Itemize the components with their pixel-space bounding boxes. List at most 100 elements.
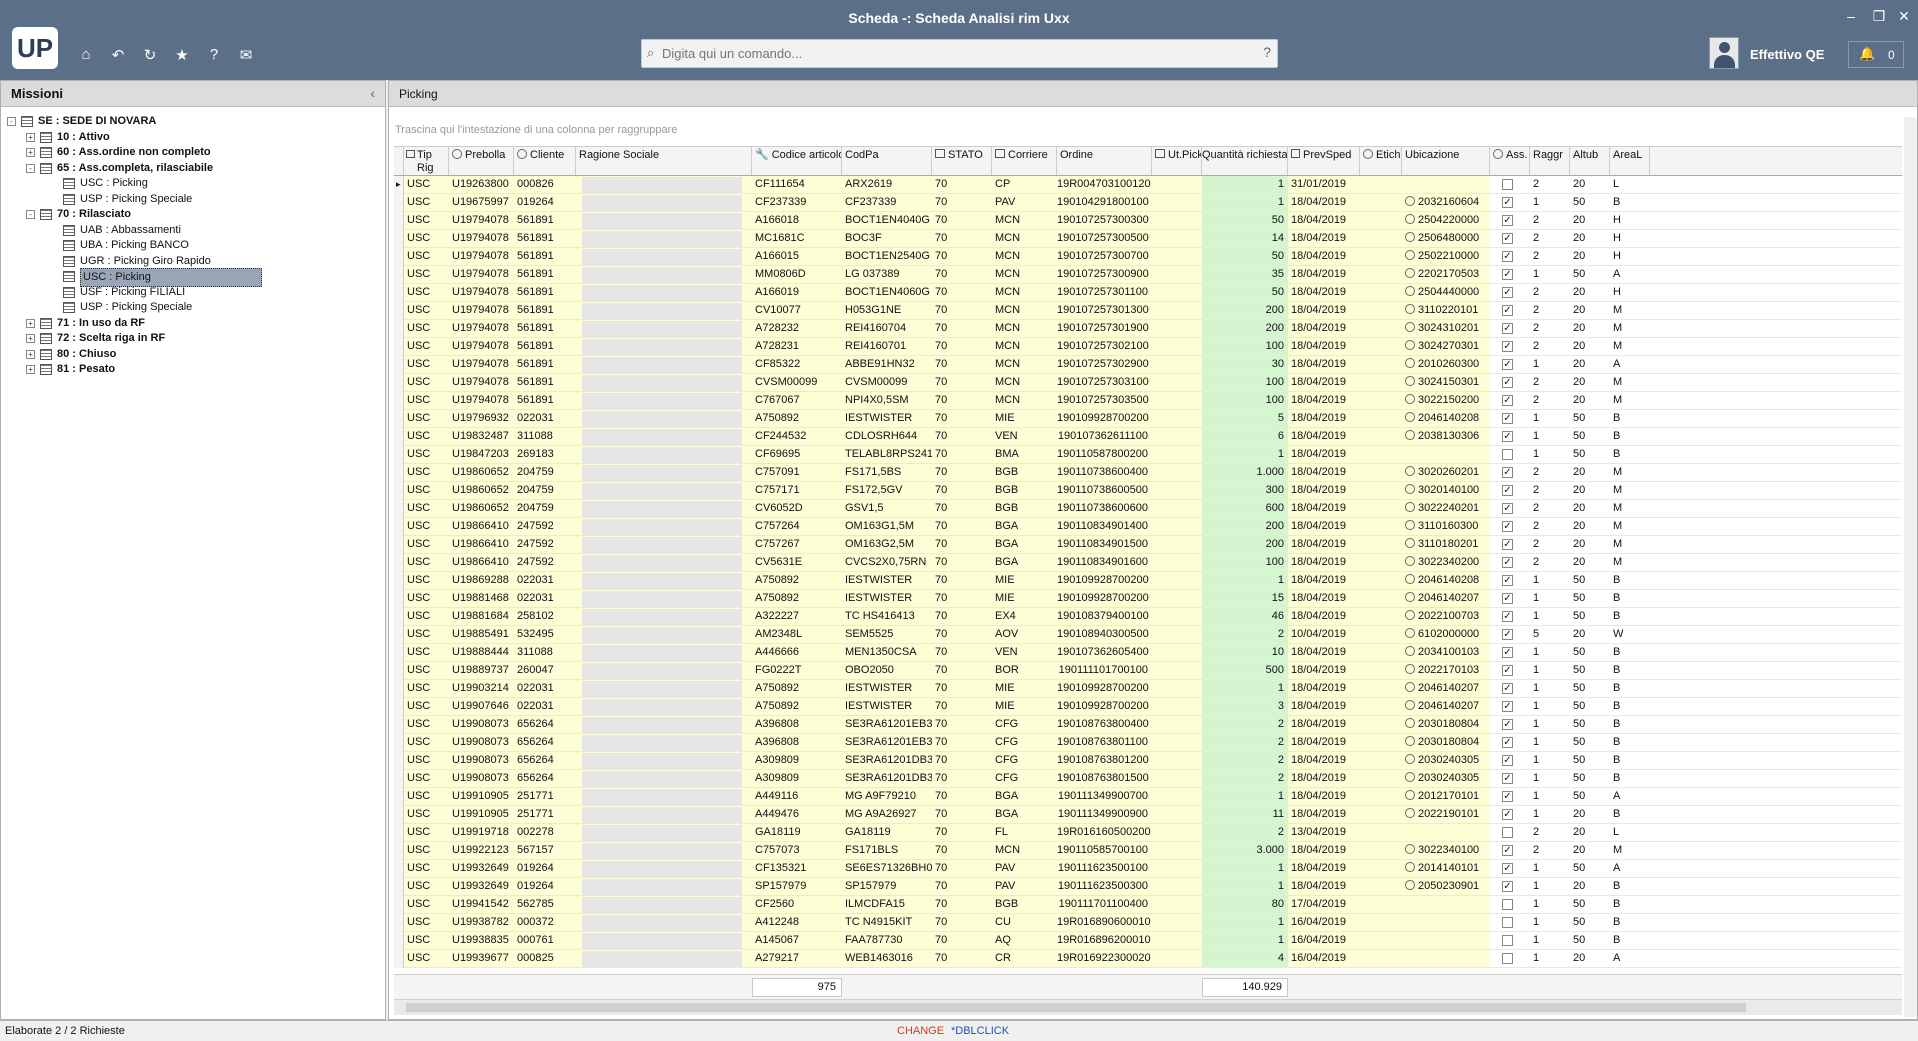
user-icon[interactable] — [1709, 37, 1739, 69]
col-prebolla[interactable]: Prebolla — [449, 147, 514, 175]
ass-checkbox[interactable]: ✓ — [1502, 647, 1513, 658]
ass-checkbox[interactable]: ✓ — [1502, 431, 1513, 442]
row-indicator[interactable] — [394, 932, 404, 950]
col-areal[interactable]: AreaL — [1610, 147, 1650, 175]
col-altub[interactable]: Altub — [1570, 147, 1610, 175]
table-row[interactable]: USC U19908073 656264 A396808 SE3RA61201EB32 7… — [394, 734, 1902, 752]
ass-checkbox[interactable]: ✓ — [1502, 611, 1513, 622]
col-ubicazione[interactable]: Ubicazione — [1402, 147, 1490, 175]
ass-checkbox[interactable]: ✓ — [1502, 737, 1513, 748]
table-row[interactable]: USC U19881468 022031 A750892 IESTWISTER 70 MIE… — [394, 590, 1902, 608]
row-indicator[interactable] — [394, 842, 404, 860]
app-logo[interactable]: UP — [12, 27, 58, 69]
row-indicator[interactable] — [394, 518, 404, 536]
maximize-icon[interactable]: ❐ — [1868, 8, 1890, 25]
row-indicator[interactable] — [394, 806, 404, 824]
ass-checkbox[interactable]: ✓ — [1502, 665, 1513, 676]
table-row[interactable]: USC U19939677 000825 A279217 WEB1463016 70 CR 1… — [394, 950, 1902, 968]
row-indicator[interactable] — [394, 950, 404, 968]
ass-checkbox[interactable]: ✓ — [1502, 323, 1513, 334]
row-indicator[interactable] — [394, 590, 404, 608]
table-row[interactable]: USC U19794078 561891 CF85322 ABBE91HN32 70 MCN… — [394, 356, 1902, 374]
row-indicator[interactable] — [394, 788, 404, 806]
ass-checkbox[interactable]: ✓ — [1502, 683, 1513, 694]
table-row[interactable]: USC U19675997 019264 CF237339 CF237339 70 PAV 1… — [394, 194, 1902, 212]
minimize-icon[interactable]: – — [1840, 8, 1862, 24]
ass-checkbox[interactable]: ✓ — [1502, 791, 1513, 802]
table-row[interactable]: USC U19903214 022031 A750892 IESTWISTER 70 MIE… — [394, 680, 1902, 698]
command-input[interactable] — [662, 43, 1242, 64]
refresh-icon[interactable]: ↻ — [140, 46, 160, 64]
ass-checkbox[interactable]: ✓ — [1502, 467, 1513, 478]
row-indicator[interactable] — [394, 356, 404, 374]
table-row[interactable]: USC U19794078 561891 C767067 NPI4X0,5SM 70 MCN… — [394, 392, 1902, 410]
table-row[interactable]: USC U19832487 311088 CF244532 CDLOSRH644 70 VE… — [394, 428, 1902, 446]
user-name[interactable]: Effettivo QE — [1750, 47, 1824, 62]
table-row[interactable]: USC U19794078 561891 CV10077 H053G1NE 70 MCN 19… — [394, 302, 1902, 320]
col-ragione-sociale[interactable]: Ragione Sociale — [576, 147, 752, 175]
command-help-icon[interactable]: ? — [1263, 44, 1271, 60]
row-indicator[interactable] — [394, 374, 404, 392]
tree-node[interactable]: +60 : Ass.ordine non completo — [26, 144, 381, 161]
table-row[interactable]: USC U19919718 002278 GA18119 GA18119 70 FL 19R0… — [394, 824, 1902, 842]
ass-checkbox[interactable]: ✓ — [1502, 341, 1513, 352]
tree-node[interactable]: +80 : Chiuso — [26, 346, 381, 363]
table-row[interactable]: USC U19860652 204759 C757171 FS172,5GV 70 BGB 1… — [394, 482, 1902, 500]
ass-checkbox[interactable]: ✓ — [1502, 845, 1513, 856]
ass-checkbox[interactable]: ✓ — [1502, 269, 1513, 280]
table-row[interactable]: USC U19888444 311088 A446666 MEN1350CSA 70 VEN… — [394, 644, 1902, 662]
ass-checkbox[interactable]: ✓ — [1502, 359, 1513, 370]
row-indicator[interactable] — [394, 716, 404, 734]
row-indicator[interactable] — [394, 914, 404, 932]
row-indicator[interactable] — [394, 338, 404, 356]
help-icon[interactable]: ? — [204, 46, 224, 63]
tree-node[interactable]: USP : Picking Speciale — [46, 191, 381, 208]
vertical-scrollbar[interactable] — [1904, 117, 1917, 1017]
row-indicator[interactable] — [394, 698, 404, 716]
col-ass[interactable]: Ass. — [1490, 147, 1530, 175]
collapse-icon[interactable]: - — [26, 210, 35, 219]
row-indicator[interactable] — [394, 284, 404, 302]
ass-checkbox[interactable]: ✓ — [1502, 233, 1513, 244]
collapse-icon[interactable]: - — [26, 163, 35, 173]
home-icon[interactable]: ⌂ — [76, 46, 96, 63]
table-row[interactable]: USC U19881684 258102 A322227 TC HS416413 70 EX… — [394, 608, 1902, 626]
table-row[interactable]: USC U19796932 022031 A750892 IESTWISTER 70 MIE… — [394, 410, 1902, 428]
tree-node[interactable]: - 70 : Rilasciato — [26, 206, 381, 223]
ass-checkbox[interactable] — [1502, 899, 1513, 910]
table-row[interactable]: USC U19794078 561891 MM0806D LG 037389 70 MCN 1… — [394, 266, 1902, 284]
table-row[interactable]: USC U19866410 247592 C757264 OM163G1,5M 70 BGA… — [394, 518, 1902, 536]
tree-node[interactable]: - 65 : Ass.completa, rilasciabile — [26, 160, 381, 177]
table-row[interactable]: USC U19908073 656264 A309809 SE3RA61201DB32 7… — [394, 752, 1902, 770]
table-row[interactable]: USC U19860652 204759 CV6052D GSV1,5 70 BGB 1901… — [394, 500, 1902, 518]
ass-checkbox[interactable]: ✓ — [1502, 773, 1513, 784]
table-row[interactable]: USC U19794078 561891 A728232 REI4160704 70 MCN… — [394, 320, 1902, 338]
row-indicator[interactable] — [394, 392, 404, 410]
table-row[interactable]: USC U19866410 247592 C757267 OM163G2,5M 70 BGA… — [394, 536, 1902, 554]
ass-checkbox[interactable] — [1502, 917, 1513, 928]
table-row[interactable]: USC U19794078 561891 A166015 BOCT1EN2540G 70 M… — [394, 248, 1902, 266]
table-row[interactable]: ▸ USC U19263800 000826 CF111654 ARX2619 70 CP 19… — [394, 176, 1902, 194]
ass-checkbox[interactable] — [1502, 179, 1513, 190]
col-stato[interactable]: STATO — [932, 147, 992, 175]
col-corriere[interactable]: Corriere — [992, 147, 1057, 175]
row-indicator[interactable] — [394, 626, 404, 644]
table-row[interactable]: USC U19908073 656264 A309809 SE3RA61201DB32 7… — [394, 770, 1902, 788]
row-indicator[interactable] — [394, 320, 404, 338]
col-tip-rig[interactable]: Tip Rig — [404, 147, 449, 175]
table-row[interactable]: USC U19794078 561891 MC1681C BOC3F 70 MCN 19010… — [394, 230, 1902, 248]
tree-node[interactable]: UBA : Picking BANCO — [46, 237, 381, 254]
row-indicator[interactable] — [394, 536, 404, 554]
row-indicator[interactable] — [394, 608, 404, 626]
row-indicator[interactable] — [394, 428, 404, 446]
row-indicator[interactable] — [394, 752, 404, 770]
row-indicator[interactable] — [394, 500, 404, 518]
scroll-thumb[interactable] — [406, 1003, 1746, 1012]
mail-icon[interactable]: ✉ — [236, 46, 256, 64]
collapse-panel-icon[interactable]: ‹ — [370, 85, 375, 101]
row-indicator[interactable] — [394, 824, 404, 842]
ass-checkbox[interactable] — [1502, 827, 1513, 838]
ass-checkbox[interactable]: ✓ — [1502, 305, 1513, 316]
table-row[interactable]: USC U19910905 251771 A449476 MG A9A26927 70 BG… — [394, 806, 1902, 824]
row-indicator[interactable] — [394, 194, 404, 212]
